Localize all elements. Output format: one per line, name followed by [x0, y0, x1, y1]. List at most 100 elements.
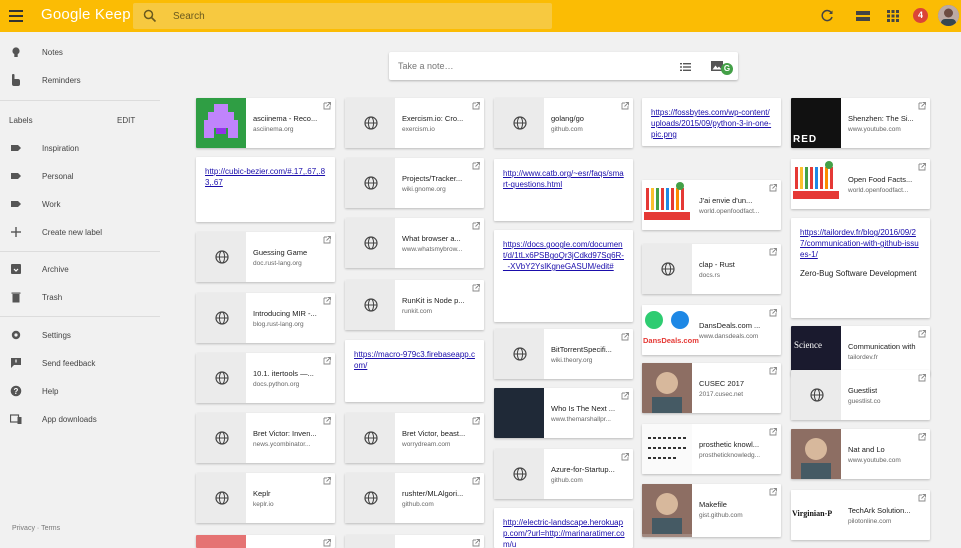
link-note-card[interactable]: Guessing Game doc.rust-lang.org: [196, 232, 335, 282]
terms-link[interactable]: Terms: [41, 525, 60, 532]
link-note-card[interactable]: Science Communication with G... tailordev.…: [791, 326, 930, 376]
link-note-card[interactable]: Projects/Tracker... wiki.gnome.org: [345, 158, 484, 208]
sidebar-item-trash[interactable]: Trash: [0, 286, 160, 308]
open-external-icon[interactable]: [323, 539, 331, 547]
take-note-input[interactable]: [398, 52, 658, 80]
open-external-icon[interactable]: [472, 222, 480, 230]
open-external-icon[interactable]: [472, 162, 480, 170]
note-url-link[interactable]: https://docs.google.com/document/d/1tLx6…: [503, 239, 625, 272]
open-external-icon[interactable]: [769, 184, 777, 192]
open-external-icon[interactable]: [918, 374, 926, 382]
open-external-icon[interactable]: [918, 330, 926, 338]
open-external-icon[interactable]: [918, 494, 926, 502]
link-note-card[interactable]: Open Food Facts... world.openfoodfact...: [791, 159, 930, 209]
open-external-icon[interactable]: [472, 417, 480, 425]
link-note-card[interactable]: BitTorrentSpecifi... wiki.theory.org: [494, 329, 633, 379]
open-external-icon[interactable]: [472, 102, 480, 110]
link-note-card[interactable]: [345, 535, 484, 548]
link-note-card[interactable]: prosthetic knowl... prostheticknowledg...: [642, 424, 781, 474]
note-url-link[interactable]: https://tailordev.fr/blog/2016/09/27/com…: [800, 227, 922, 260]
open-external-icon[interactable]: [323, 102, 331, 110]
sidebar-item-archive[interactable]: Archive: [0, 258, 160, 280]
note-url-link[interactable]: http://electric-landscape.herokuapp.com/…: [503, 517, 625, 548]
link-note-card[interactable]: 10.1. itertools —... docs.python.org: [196, 353, 335, 403]
open-external-icon[interactable]: [769, 488, 777, 496]
open-external-icon[interactable]: [621, 453, 629, 461]
link-note-card[interactable]: RED Shenzhen: The Si... www.youtube.com: [791, 98, 930, 148]
open-external-icon[interactable]: [918, 433, 926, 441]
text-note-card[interactable]: http://www.catb.org/~esr/faqs/smart-ques…: [494, 159, 633, 221]
open-external-icon[interactable]: [769, 428, 777, 436]
sidebar-item-app-downloads[interactable]: App downloads: [0, 408, 160, 430]
text-note-card[interactable]: https://macro-979c3.firebaseapp.com/: [345, 340, 484, 402]
link-note-card[interactable]: Nat and Lo www.youtube.com: [791, 429, 930, 479]
sidebar-item-reminders[interactable]: Reminders: [0, 69, 160, 91]
sidebar-item-help[interactable]: ? Help: [0, 380, 160, 402]
link-note-card[interactable]: What browser a... www.whatsmybrow...: [345, 218, 484, 268]
refresh-icon[interactable]: [819, 8, 835, 24]
text-note-card[interactable]: https://docs.google.com/document/d/1tLx6…: [494, 230, 633, 322]
link-note-card[interactable]: Azure-for-Startup... github.com: [494, 449, 633, 499]
link-note-card[interactable]: Virginian-P TechArk Solution... pilotonlin…: [791, 490, 930, 540]
open-external-icon[interactable]: [323, 477, 331, 485]
list-view-icon[interactable]: [855, 8, 871, 24]
link-note-card[interactable]: Keplr keplr.io: [196, 473, 335, 523]
open-external-icon[interactable]: [323, 417, 331, 425]
hamburger-menu-icon[interactable]: [8, 8, 24, 24]
note-url-link[interactable]: https://fossbytes.com/wp-content/uploads…: [651, 107, 773, 140]
link-note-card[interactable]: Exercism.io: Cro... exercism.io: [345, 98, 484, 148]
link-note-card[interactable]: Bret Victor: Inven... news.ycombinator...: [196, 413, 335, 463]
link-note-card[interactable]: rushter/MLAlgori... github.com: [345, 473, 484, 523]
text-note-card[interactable]: http://cubic-bezier.com/#.17,.67,.83,.67: [196, 157, 335, 222]
grammarly-badge[interactable]: G: [721, 63, 733, 75]
new-list-icon[interactable]: [680, 62, 691, 72]
open-external-icon[interactable]: [918, 102, 926, 110]
sidebar-item-personal[interactable]: Personal: [0, 165, 160, 187]
link-note-card[interactable]: CUSEC 2017 2017.cusec.net: [642, 363, 781, 413]
avatar[interactable]: [938, 5, 959, 26]
notification-badge[interactable]: 4: [913, 8, 928, 23]
link-note-card[interactable]: asciinema - Reco... asciinema.org: [196, 98, 335, 148]
link-note-card[interactable]: RunKit is Node p... runkit.com: [345, 280, 484, 330]
text-note-card[interactable]: https://tailordev.fr/blog/2016/09/27/com…: [791, 218, 930, 318]
link-note-card[interactable]: [196, 535, 335, 548]
text-note-card[interactable]: https://fossbytes.com/wp-content/uploads…: [642, 98, 781, 146]
app-title[interactable]: Google Keep: [41, 6, 131, 23]
link-note-card[interactable]: golang/go github.com: [494, 98, 633, 148]
link-note-card[interactable]: Bret Victor, beast... worrydream.com: [345, 413, 484, 463]
search-input[interactable]: [173, 3, 533, 29]
note-url-link[interactable]: https://macro-979c3.firebaseapp.com/: [354, 349, 476, 371]
note-url-link[interactable]: http://www.catb.org/~esr/faqs/smart-ques…: [503, 168, 625, 190]
sidebar-item-feedback[interactable]: Send feedback: [0, 352, 160, 374]
open-external-icon[interactable]: [769, 248, 777, 256]
open-external-icon[interactable]: [769, 367, 777, 375]
open-external-icon[interactable]: [323, 357, 331, 365]
open-external-icon[interactable]: [323, 297, 331, 305]
note-url-link[interactable]: http://cubic-bezier.com/#.17,.67,.83,.67: [205, 166, 327, 188]
search-box[interactable]: [133, 3, 552, 29]
link-note-card[interactable]: clap - Rust docs.rs: [642, 244, 781, 294]
sidebar-item-create-label[interactable]: Create new label: [0, 221, 160, 243]
open-external-icon[interactable]: [472, 477, 480, 485]
sidebar-item-inspiration[interactable]: Inspiration: [0, 137, 160, 159]
apps-grid-icon[interactable]: [885, 8, 901, 24]
open-external-icon[interactable]: [472, 284, 480, 292]
search-icon[interactable]: [143, 9, 157, 23]
open-external-icon[interactable]: [621, 102, 629, 110]
sidebar-item-notes[interactable]: Notes: [0, 41, 160, 63]
open-external-icon[interactable]: [472, 539, 480, 547]
privacy-link[interactable]: Privacy: [12, 525, 35, 532]
open-external-icon[interactable]: [769, 309, 777, 317]
text-note-card[interactable]: http://electric-landscape.herokuapp.com/…: [494, 508, 633, 548]
link-note-card[interactable]: Makefile gist.github.com: [642, 484, 781, 537]
sidebar-item-work[interactable]: Work: [0, 193, 160, 215]
sidebar-item-settings[interactable]: Settings: [0, 324, 160, 346]
open-external-icon[interactable]: [621, 333, 629, 341]
link-note-card[interactable]: J'ai envie d'un... world.openfoodfact...: [642, 180, 781, 230]
link-note-card[interactable]: DansDeals.com DansDeals.com ... www.dansde…: [642, 305, 781, 355]
open-external-icon[interactable]: [621, 392, 629, 400]
open-external-icon[interactable]: [323, 236, 331, 244]
open-external-icon[interactable]: [918, 163, 926, 171]
link-note-card[interactable]: Introducing MIR -... blog.rust-lang.org: [196, 293, 335, 343]
link-note-card[interactable]: Who Is The Next ... www.themarshallpr...: [494, 388, 633, 438]
